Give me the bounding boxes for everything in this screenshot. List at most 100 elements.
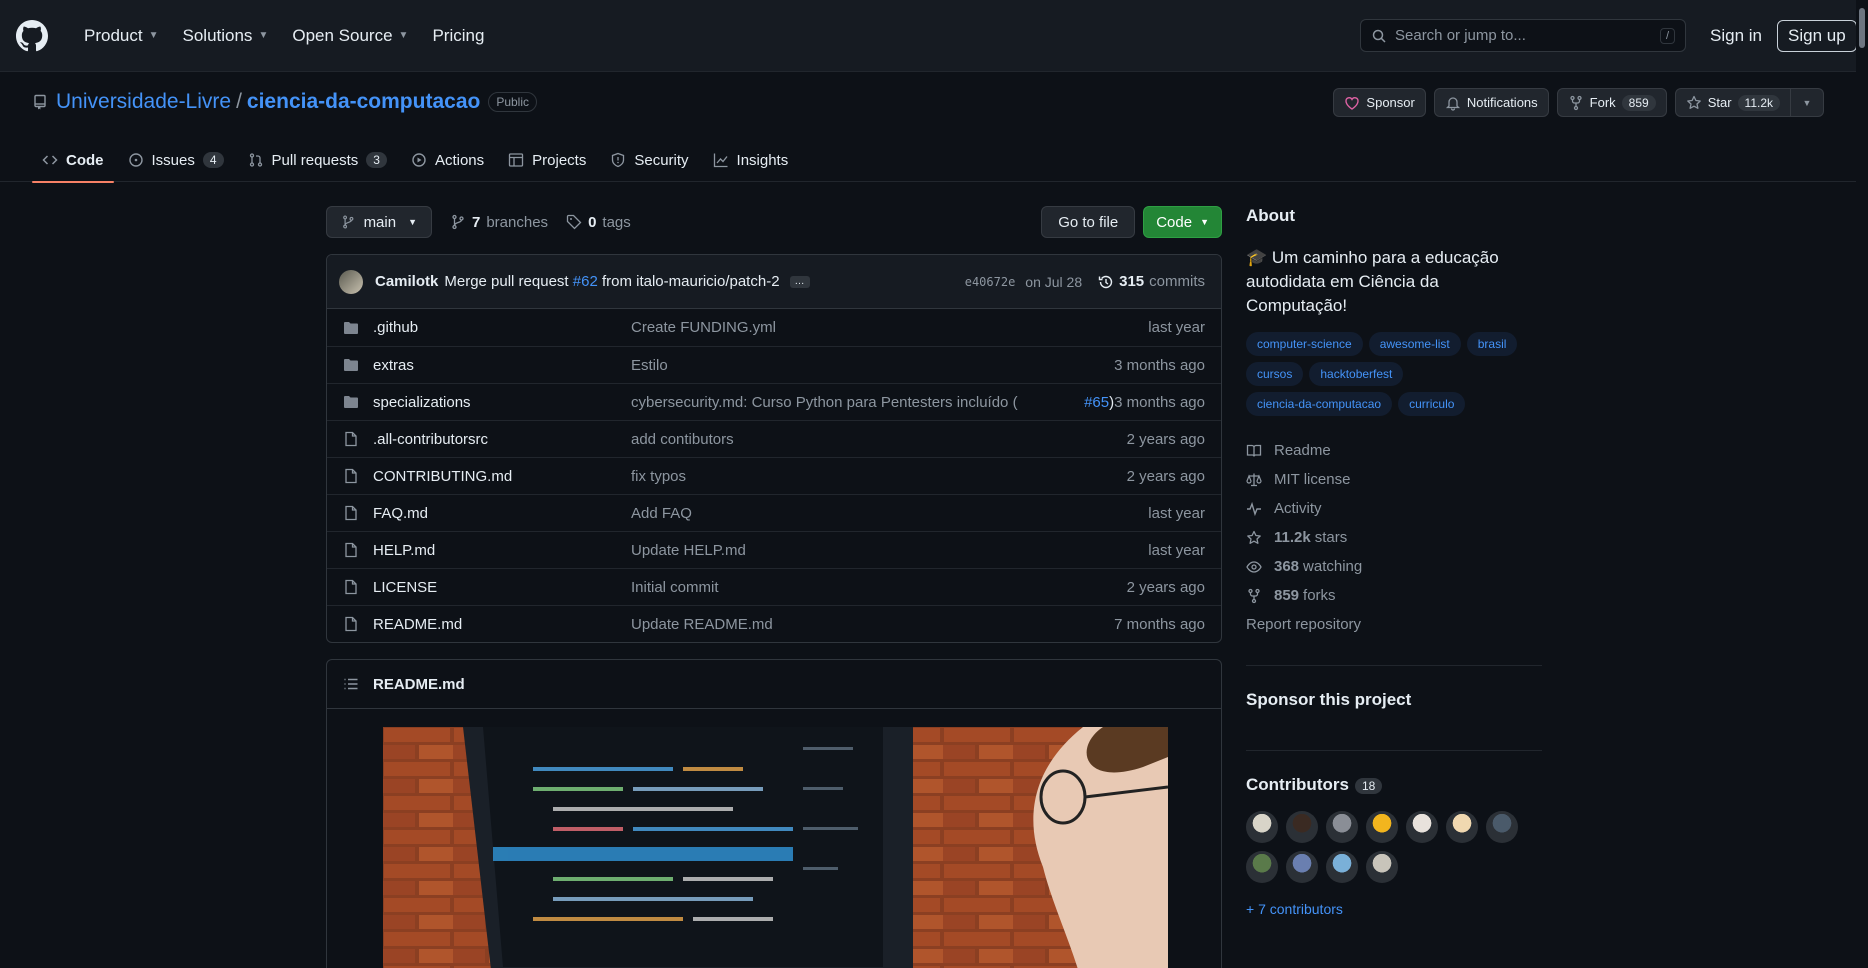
avatar[interactable] <box>1366 851 1398 883</box>
topic-tag[interactable]: cursos <box>1246 362 1304 386</box>
file-name-link[interactable]: LICENSE <box>373 579 631 596</box>
nav-pricing[interactable]: Pricing <box>420 18 496 54</box>
nav-product[interactable]: Product ▼ <box>72 18 171 54</box>
tab-insights[interactable]: Insights <box>703 138 799 182</box>
file-row[interactable]: specializations cybersecurity.md: Curso P… <box>327 383 1221 420</box>
avatar[interactable] <box>339 269 363 294</box>
tab-actions[interactable]: Actions <box>401 138 494 182</box>
file-commit-message[interactable]: Create FUNDING.yml <box>631 319 1148 336</box>
sponsor-heading[interactable]: Sponsor this project <box>1246 690 1542 710</box>
file-commit-message-text: Estilo <box>631 356 668 374</box>
repo-name-link[interactable]: ciencia-da-computacao <box>247 90 480 114</box>
file-row[interactable]: .github Create FUNDING.yml last year <box>327 309 1221 346</box>
file-row[interactable]: FAQ.md Add FAQ last year <box>327 494 1221 531</box>
file-name-link[interactable]: specializations <box>373 394 631 411</box>
watching-count: 368 <box>1274 558 1300 575</box>
license-link[interactable]: MIT license <box>1246 465 1542 494</box>
chevron-down-icon: ▼ <box>1802 97 1812 108</box>
notifications-button[interactable]: Notifications <box>1433 88 1549 117</box>
code-dropdown-button[interactable]: Code ▼ <box>1143 206 1222 238</box>
topic-tag[interactable]: hacktoberfest <box>1309 362 1404 386</box>
topic-tag[interactable]: awesome-list <box>1368 332 1461 356</box>
search-input[interactable]: Search or jump to... / <box>1360 19 1686 52</box>
tab-issues[interactable]: Issues 4 <box>118 138 234 182</box>
file-commit-message[interactable]: Initial commit <box>631 579 1127 596</box>
github-logo-icon[interactable] <box>16 19 48 52</box>
topic-tag[interactable]: brasil <box>1466 332 1518 356</box>
go-to-file-button[interactable]: Go to file <box>1041 206 1136 238</box>
file-commit-message[interactable]: add contibutors <box>631 431 1127 448</box>
tags-link[interactable]: 0 tags <box>566 214 631 231</box>
file-name-link[interactable]: extras <box>373 357 631 374</box>
avatar[interactable] <box>1406 811 1438 843</box>
star-icon <box>1686 95 1701 109</box>
avatar[interactable] <box>1286 851 1318 883</box>
avatar[interactable] <box>1326 851 1358 883</box>
commit-author[interactable]: Camilotk <box>375 273 438 290</box>
file-name-link[interactable]: README.md <box>373 616 631 633</box>
stars-link[interactable]: 11.2k stars <box>1246 523 1542 552</box>
file-name-link[interactable]: FAQ.md <box>373 505 631 522</box>
expand-commit-button[interactable]: … <box>789 275 810 288</box>
avatar[interactable] <box>1246 811 1278 843</box>
pull-request-link[interactable]: #62 <box>573 273 598 290</box>
star-list-dropdown[interactable]: ▼ <box>1791 88 1824 117</box>
branches-link[interactable]: 7 branches <box>450 214 548 231</box>
topic-tag[interactable]: curriculo <box>1398 392 1466 416</box>
file-row[interactable]: .all-contributorsrc add contibutors 2 year… <box>327 420 1221 457</box>
report-repository-link[interactable]: Report repository <box>1246 610 1542 639</box>
file-name-link[interactable]: HELP.md <box>373 542 631 559</box>
commit-sha[interactable]: e40672e <box>965 275 1016 289</box>
file-row[interactable]: CONTRIBUTING.md fix typos 2 years ago <box>327 457 1221 494</box>
star-button[interactable]: Star 11.2k <box>1674 88 1791 117</box>
commits-history-link[interactable]: 315 commits <box>1098 273 1205 290</box>
list-icon[interactable] <box>343 676 359 692</box>
tag-icon <box>566 214 582 230</box>
readme-link[interactable]: Readme <box>1246 436 1542 465</box>
page-scrollbar[interactable] <box>1856 0 1868 968</box>
avatar[interactable] <box>1286 811 1318 843</box>
file-commit-message[interactable]: Update README.md <box>631 616 1114 633</box>
tab-projects[interactable]: Projects <box>498 138 596 182</box>
sign-up-button[interactable]: Sign up <box>1777 20 1857 52</box>
file-commit-message[interactable]: cybersecurity.md: Curso Python para Pent… <box>631 394 1084 411</box>
file-name-link[interactable]: .all-contributorsrc <box>373 431 631 448</box>
activity-link[interactable]: Activity <box>1246 494 1542 523</box>
bell-icon <box>1445 96 1460 111</box>
fork-button[interactable]: Fork 859 <box>1556 88 1667 117</box>
avatar[interactable] <box>1486 811 1518 843</box>
repo-owner-link[interactable]: Universidade-Livre <box>56 90 231 114</box>
file-row[interactable]: HELP.md Update HELP.md last year <box>327 531 1221 568</box>
file-row[interactable]: LICENSE Initial commit 2 years ago <box>327 568 1221 605</box>
forks-link[interactable]: 859 forks <box>1246 581 1542 610</box>
file-row[interactable]: README.md Update README.md 7 months ago <box>327 605 1221 642</box>
avatar[interactable] <box>1246 851 1278 883</box>
tab-security[interactable]: Security <box>600 138 698 182</box>
topic-tag[interactable]: ciencia-da-computacao <box>1246 392 1393 416</box>
sign-in-link[interactable]: Sign in <box>1702 20 1770 52</box>
sponsor-button[interactable]: Sponsor <box>1333 88 1426 117</box>
tab-code[interactable]: Code <box>32 138 114 183</box>
file-commit-message[interactable]: Update HELP.md <box>631 542 1148 559</box>
nav-open-source[interactable]: Open Source ▼ <box>280 18 420 54</box>
file-row[interactable]: extras Estilo 3 months ago <box>327 346 1221 383</box>
file-name-link[interactable]: .github <box>373 319 631 336</box>
watchers-link[interactable]: 368 watching <box>1246 552 1542 581</box>
file-name-link[interactable]: CONTRIBUTING.md <box>373 468 631 485</box>
commit-message[interactable]: Merge pull request #62 from italo-mauric… <box>444 273 779 290</box>
nav-solutions[interactable]: Solutions ▼ <box>171 18 281 54</box>
file-commit-message[interactable]: Estilo <box>631 357 1114 374</box>
more-contributors-link[interactable]: + 7 contributors <box>1246 901 1542 917</box>
branch-selector[interactable]: main ▼ <box>326 206 432 238</box>
avatar[interactable] <box>1326 811 1358 843</box>
scrollbar-thumb[interactable] <box>1859 8 1865 48</box>
contributors-heading[interactable]: Contributors 18 <box>1246 775 1542 795</box>
file-commit-message[interactable]: Add FAQ <box>631 505 1148 522</box>
tab-pull-requests[interactable]: Pull requests 3 <box>238 138 397 182</box>
file-commit-pr-link[interactable]: #65 <box>1084 394 1109 411</box>
file-commit-message[interactable]: fix typos <box>631 468 1127 485</box>
readme-title[interactable]: README.md <box>373 676 465 693</box>
avatar[interactable] <box>1446 811 1478 843</box>
avatar[interactable] <box>1366 811 1398 843</box>
topic-tag[interactable]: computer-science <box>1246 332 1363 356</box>
